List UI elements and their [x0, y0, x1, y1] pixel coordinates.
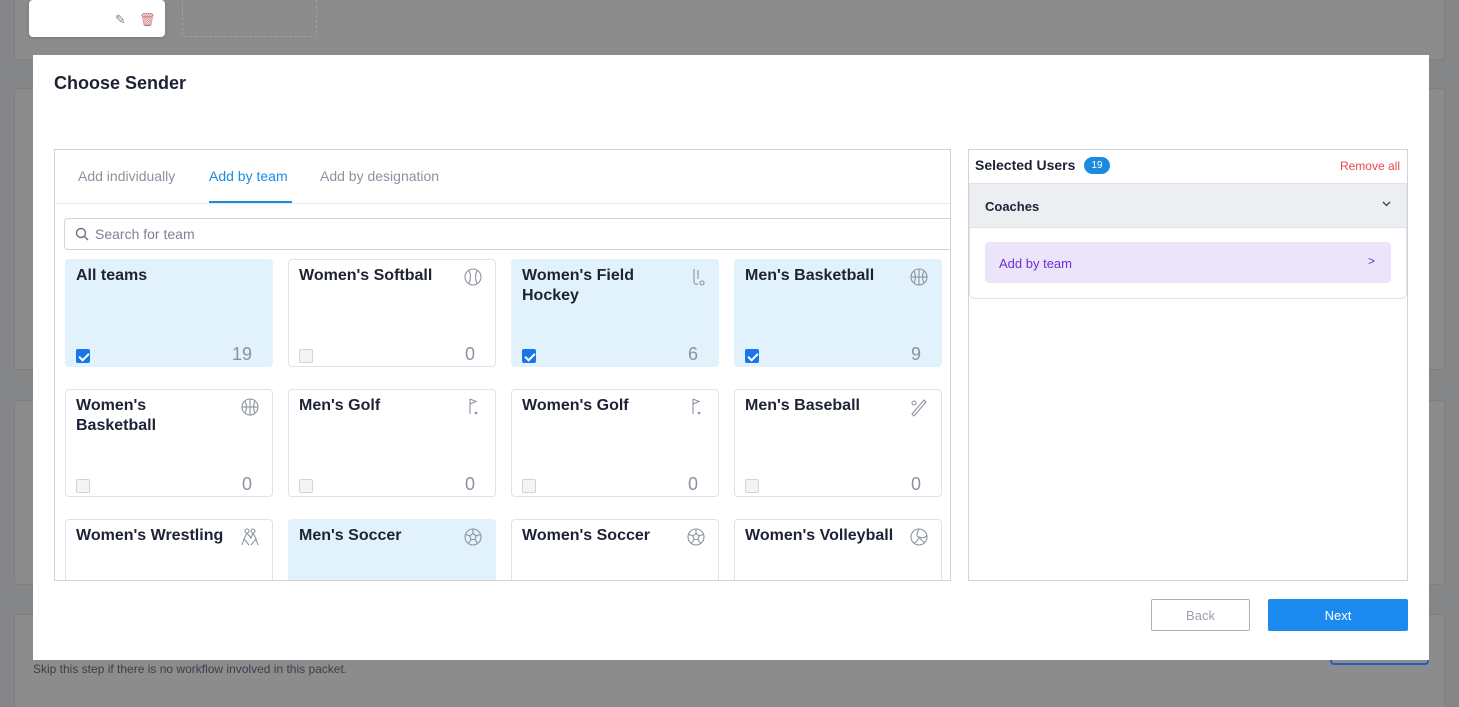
back-button[interactable]: Back — [1151, 599, 1250, 631]
team-card-womens-wrestling[interactable]: Women's Wrestling — [65, 519, 273, 580]
background-thumbnail: ✎ 🗑 — [29, 0, 165, 37]
team-card-womens-golf[interactable]: Women's Golf 0 — [511, 389, 719, 497]
tab-add-by-designation[interactable]: Add by designation — [320, 168, 439, 184]
next-button[interactable]: Next — [1268, 599, 1408, 631]
basketball-icon — [241, 398, 259, 416]
team-name: Women's Soccer — [522, 527, 650, 544]
golf-icon — [692, 398, 701, 415]
search-icon — [75, 227, 89, 241]
group-sub-item-add-by-team[interactable]: Add by team > — [985, 242, 1391, 283]
tab-bar: Add individually Add by team Add by desi… — [55, 150, 950, 204]
selected-users-title: Selected Users — [975, 157, 1076, 173]
team-count: 19 — [231, 344, 252, 364]
team-checkbox[interactable] — [76, 479, 90, 493]
field-hockey-icon — [693, 269, 705, 286]
edit-icon: ✎ — [115, 12, 126, 27]
team-name: Women's Softball — [299, 267, 433, 284]
team-search-input[interactable] — [95, 224, 695, 244]
golf-icon — [469, 398, 478, 415]
selected-group-coaches: Coaches Add by team > — [969, 183, 1407, 299]
soccer-ball-icon — [464, 528, 482, 546]
team-name: Women's Field Hockey — [522, 267, 634, 304]
team-card-all-teams[interactable]: All teams 19 — [65, 259, 273, 367]
group-header[interactable]: Coaches — [970, 184, 1406, 228]
tab-add-individually[interactable]: Add individually — [78, 168, 175, 184]
team-search-box — [64, 218, 950, 250]
team-card-mens-baseball[interactable]: Men's Baseball 0 — [734, 389, 942, 497]
team-card-womens-basketball[interactable]: Women's Basketball 0 — [65, 389, 273, 497]
team-name: Women's Volleyball — [745, 527, 894, 544]
trash-icon: 🗑 — [139, 12, 156, 27]
team-checkbox[interactable] — [745, 349, 759, 363]
basketball-icon — [910, 268, 928, 286]
tab-add-by-team[interactable]: Add by team — [209, 168, 288, 184]
team-card-womens-volleyball[interactable]: Women's Volleyball — [734, 519, 942, 580]
softball-icon — [464, 268, 482, 286]
team-count: 0 — [464, 474, 475, 494]
volleyball-icon — [910, 528, 928, 546]
team-card-mens-soccer[interactable]: Men's Soccer — [288, 519, 496, 580]
team-checkbox[interactable] — [522, 479, 536, 493]
selected-users-count-badge: 19 — [1084, 157, 1110, 174]
team-count: 0 — [464, 344, 475, 364]
modal-title: Choose Sender — [54, 73, 187, 93]
team-name: Women's Basketball — [76, 397, 157, 434]
team-checkbox[interactable] — [299, 479, 313, 493]
team-card-womens-softball[interactable]: Women's Softball 0 — [288, 259, 496, 367]
team-name: Men's Baseball — [745, 397, 860, 414]
team-card-womens-field-hockey[interactable]: Women's Field Hockey 6 — [511, 259, 719, 367]
team-name: Women's Golf — [522, 397, 629, 414]
remove-all-link[interactable]: Remove all — [1340, 159, 1400, 173]
team-card-womens-soccer[interactable]: Women's Soccer — [511, 519, 719, 580]
sub-item-label: Add by team — [999, 256, 1072, 271]
background-dropzone — [182, 0, 317, 37]
chevron-down-icon[interactable] — [1381, 198, 1392, 212]
team-count: 6 — [687, 344, 698, 364]
team-count: 0 — [910, 474, 921, 494]
team-name: Men's Basketball — [745, 267, 875, 284]
team-name: Men's Soccer — [299, 527, 402, 544]
team-name: All teams — [76, 267, 148, 284]
chevron-right-icon: > — [1367, 254, 1375, 268]
baseball-bat-icon — [911, 399, 927, 417]
team-name: Men's Golf — [299, 397, 381, 414]
active-tab-indicator — [209, 201, 292, 203]
skip-step-text: Skip this step if there is no workflow i… — [33, 662, 348, 676]
team-checkbox[interactable] — [745, 479, 759, 493]
team-count: 0 — [241, 474, 252, 494]
wrestling-icon — [241, 528, 259, 546]
team-card-mens-golf[interactable]: Men's Golf 0 — [288, 389, 496, 497]
team-checkbox[interactable] — [522, 349, 536, 363]
soccer-ball-icon — [687, 528, 705, 546]
team-card-mens-basketball[interactable]: Men's Basketball 9 — [734, 259, 942, 367]
team-checkbox[interactable] — [299, 349, 313, 363]
selected-users-panel: Selected Users 19 Remove all Coaches Add… — [968, 149, 1408, 581]
team-count: 9 — [910, 344, 921, 364]
choose-sender-modal: Choose Sender Add individually Add by te… — [33, 55, 1429, 660]
team-count: 0 — [687, 474, 698, 494]
group-label: Coaches — [985, 199, 1040, 214]
team-checkbox[interactable] — [76, 349, 90, 363]
team-picker-panel: Add individually Add by team Add by desi… — [54, 149, 951, 581]
team-name: Women's Wrestling — [76, 527, 224, 544]
